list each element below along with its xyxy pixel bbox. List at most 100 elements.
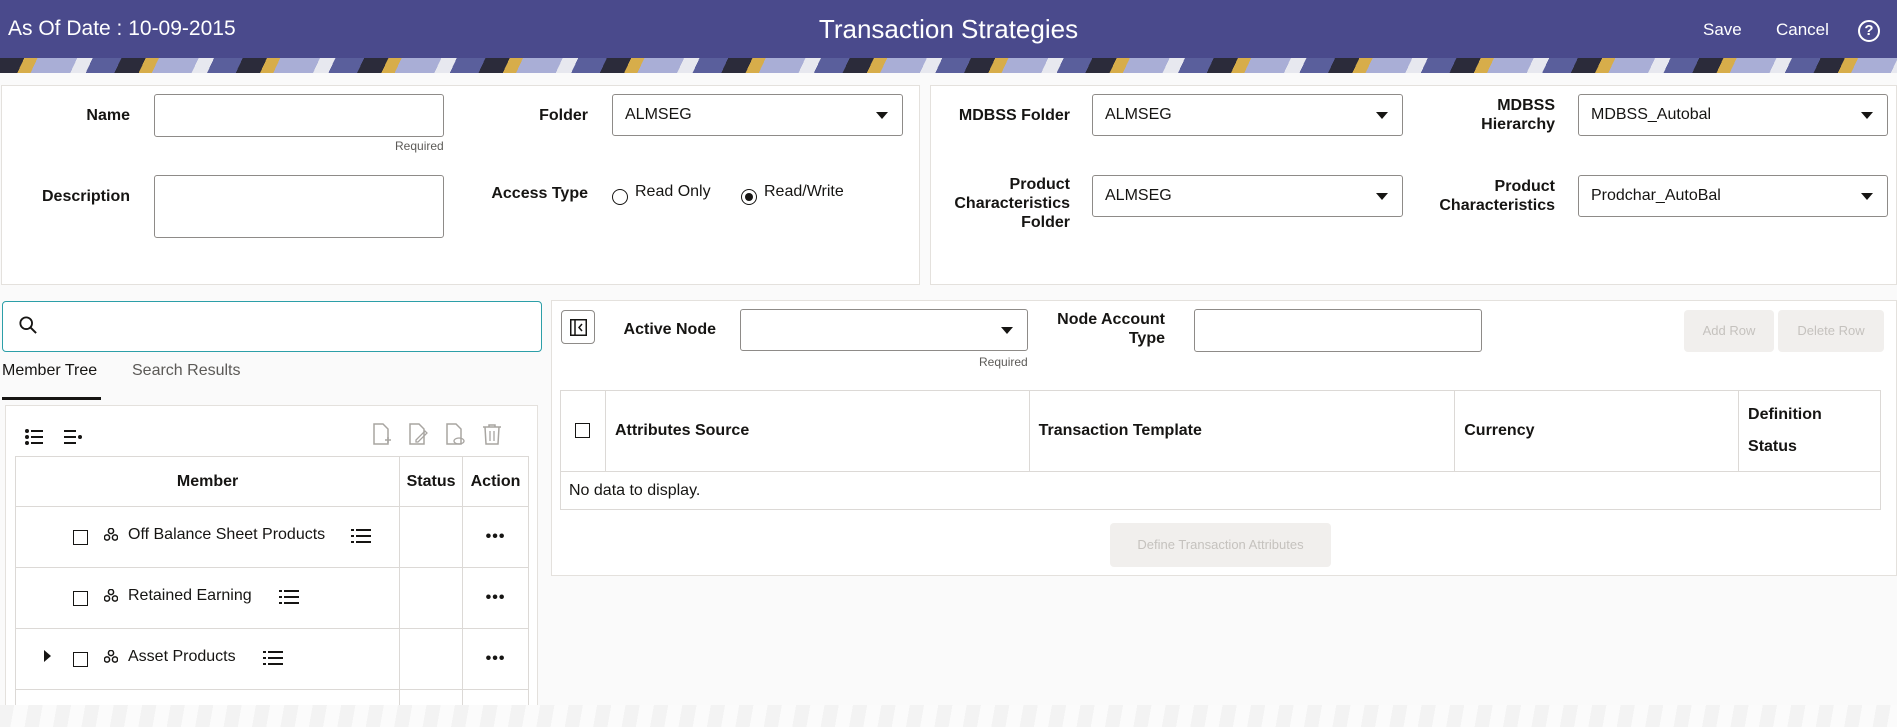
row-actions-menu[interactable]: ••• — [462, 506, 529, 568]
active-tab-indicator — [2, 397, 101, 400]
mdbss-hierarchy-label-line1: MDBSS — [1497, 97, 1555, 114]
pc-folder-label-line2: Characteristics — [954, 195, 1070, 212]
cancel-button[interactable]: Cancel — [1776, 20, 1829, 40]
member-search-box[interactable] — [2, 301, 542, 352]
access-type-label: Access Type — [491, 185, 588, 202]
column-header-status: Status — [1748, 438, 1797, 455]
active-node-select[interactable] — [740, 309, 1028, 351]
edit-document-icon[interactable] — [407, 423, 429, 447]
product-characteristics-select[interactable]: Prodchar_AutoBal — [1578, 175, 1888, 217]
column-header-status[interactable]: Status — [399, 456, 464, 507]
column-header-definition-status[interactable]: Definition Status — [1738, 390, 1881, 472]
delete-icon[interactable] — [481, 423, 503, 447]
folder-label: Folder — [539, 107, 588, 124]
expand-all-icon[interactable] — [24, 428, 44, 446]
define-transaction-attributes-button[interactable]: Define Transaction Attributes — [1110, 523, 1331, 567]
hierarchy-node-icon — [104, 528, 118, 541]
tree-row[interactable]: Asset Products ••• — [14, 628, 529, 690]
row-actions-menu[interactable]: ••• — [462, 567, 529, 629]
chevron-down-icon — [1001, 327, 1013, 334]
tree-row[interactable]: Off Balance Sheet Products ••• — [14, 506, 529, 568]
member-name[interactable]: Asset Products — [128, 648, 236, 666]
chevron-down-icon — [1861, 112, 1873, 119]
row-checkbox[interactable] — [73, 591, 88, 606]
tree-row[interactable]: Retained Earning ••• — [14, 567, 529, 629]
status-cell — [399, 628, 464, 690]
transaction-attributes-table: Attributes Source Transaction Template C… — [560, 390, 1881, 510]
hierarchy-node-icon — [104, 589, 118, 602]
mdbss-panel: MDBSS Folder ALMSEG MDBSS Hierarchy MDBS… — [930, 85, 1897, 285]
collapse-panel-button[interactable] — [561, 310, 595, 344]
chevron-down-icon — [1861, 193, 1873, 200]
mdbss-hierarchy-value: MDBSS_Autobal — [1591, 106, 1712, 123]
column-header-attributes-source[interactable]: Attributes Source — [604, 390, 1030, 472]
hierarchy-node-icon — [104, 650, 118, 663]
member-cell: Retained Earning — [14, 567, 401, 629]
mdbss-hierarchy-label: MDBSS Hierarchy — [1421, 96, 1555, 134]
add-row-button[interactable]: Add Row — [1684, 310, 1774, 352]
search-input[interactable] — [51, 312, 521, 342]
row-actions-menu[interactable]: ••• — [462, 628, 529, 690]
pc-label-line2: Characteristics — [1439, 197, 1555, 214]
radio-read-only[interactable] — [612, 189, 628, 205]
product-characteristics-folder-select[interactable]: ALMSEG — [1092, 175, 1403, 217]
description-label: Description — [41, 188, 130, 205]
add-document-icon[interactable] — [371, 423, 393, 447]
mdbss-folder-select[interactable]: ALMSEG — [1092, 94, 1403, 136]
definition-panel: Name Required Description Folder ALMSEG … — [1, 85, 920, 285]
expand-caret-icon[interactable] — [44, 650, 51, 662]
select-all-cell — [560, 390, 606, 472]
search-icon — [19, 316, 37, 334]
member-name[interactable]: Off Balance Sheet Products — [128, 526, 325, 544]
chevron-down-icon — [876, 112, 888, 119]
node-account-type-line1: Node Account — [1057, 311, 1165, 328]
active-node-required-hint: Required — [979, 355, 1028, 369]
pc-value: Prodchar_AutoBal — [1591, 187, 1721, 204]
mdbss-hierarchy-select[interactable]: MDBSS_Autobal — [1578, 94, 1888, 136]
view-document-icon[interactable] — [444, 423, 466, 447]
chevron-down-icon — [1376, 193, 1388, 200]
node-account-type-input[interactable] — [1194, 309, 1482, 352]
pc-label-line1: Product — [1494, 178, 1555, 195]
radio-read-write-label[interactable]: Read/Write — [764, 183, 844, 201]
select-all-checkbox[interactable] — [575, 423, 590, 439]
pc-folder-value: ALMSEG — [1105, 187, 1172, 204]
collapse-all-icon[interactable] — [63, 428, 83, 446]
column-header-member[interactable]: Member — [14, 456, 401, 507]
row-checkbox[interactable] — [73, 652, 88, 667]
product-characteristics-label: Product Characteristics — [1421, 177, 1555, 215]
name-input[interactable] — [154, 94, 444, 137]
column-header-currency[interactable]: Currency — [1454, 390, 1740, 472]
member-name[interactable]: Retained Earning — [128, 587, 252, 605]
description-input[interactable] — [154, 175, 444, 238]
empty-table-message: No data to display. — [560, 471, 1881, 510]
name-label: Name — [86, 107, 130, 124]
page-title: Transaction Strategies — [818, 14, 1079, 44]
active-node-label: Active Node — [623, 321, 716, 338]
member-tree-table: Member Status Action Off Balance Sheet P… — [14, 456, 529, 710]
radio-read-write[interactable] — [741, 189, 757, 205]
list-icon[interactable] — [279, 589, 299, 605]
row-checkbox[interactable] — [73, 530, 88, 545]
node-account-type-line2: Type — [1128, 330, 1165, 347]
help-icon[interactable]: ? — [1858, 20, 1880, 42]
panel-collapse-icon — [570, 319, 587, 336]
footer-decoration — [0, 705, 1897, 727]
status-cell — [399, 567, 464, 629]
folder-select[interactable]: ALMSEG — [612, 94, 903, 136]
delete-row-button[interactable]: Delete Row — [1778, 310, 1884, 352]
mdbss-hierarchy-label-line2: Hierarchy — [1481, 116, 1555, 133]
member-cell: Off Balance Sheet Products — [14, 506, 401, 568]
tab-search-results[interactable]: Search Results — [132, 362, 241, 380]
column-header-action[interactable]: Action — [462, 456, 529, 507]
list-icon[interactable] — [351, 528, 371, 544]
status-cell — [399, 506, 464, 568]
radio-read-only-label[interactable]: Read Only — [635, 183, 711, 201]
column-header-transaction-template[interactable]: Transaction Template — [1028, 390, 1456, 472]
list-icon[interactable] — [263, 650, 283, 666]
column-header-definition: Definition — [1748, 406, 1822, 423]
save-button[interactable]: Save — [1703, 20, 1742, 40]
member-cell: Asset Products — [14, 628, 401, 690]
tab-member-tree[interactable]: Member Tree — [2, 362, 97, 380]
mdbss-folder-label: MDBSS Folder — [958, 107, 1070, 124]
